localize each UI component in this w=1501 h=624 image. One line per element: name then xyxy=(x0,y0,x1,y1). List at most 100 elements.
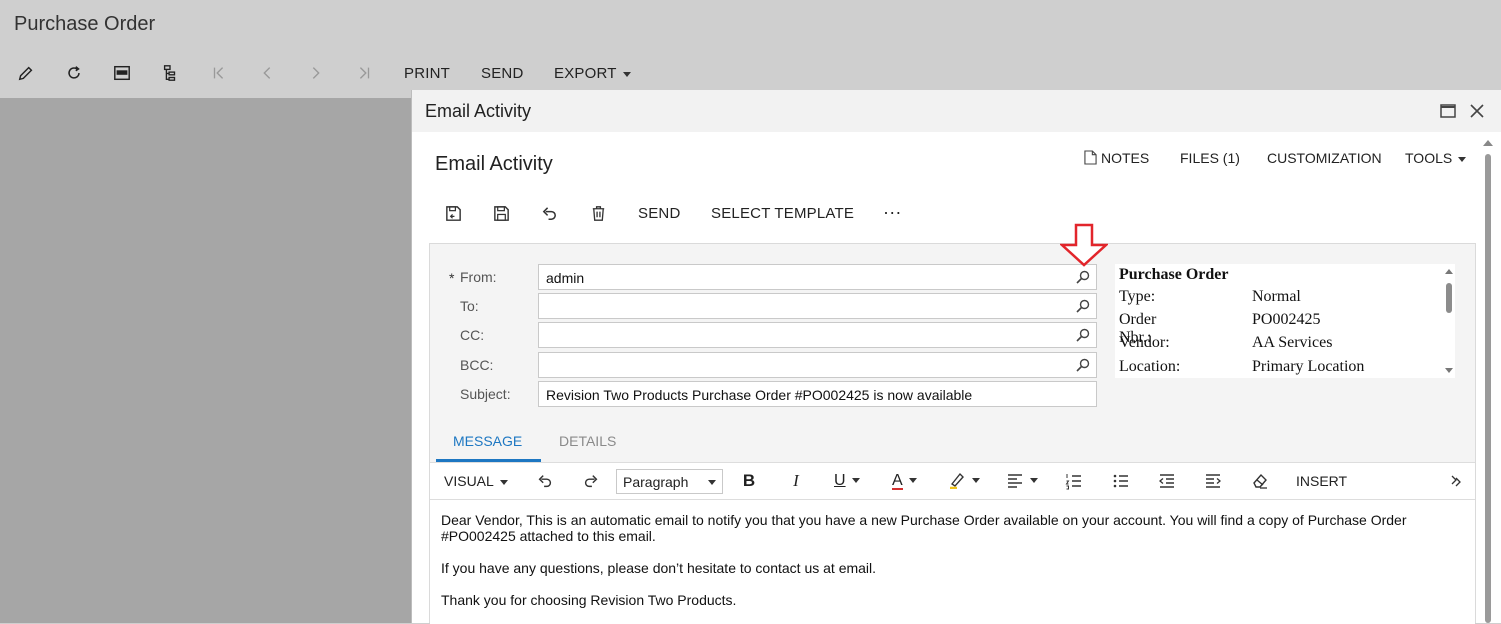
from-field[interactable]: admin xyxy=(538,264,1097,290)
italic-button[interactable]: I xyxy=(786,471,806,491)
notes-link[interactable]: NOTES xyxy=(1084,150,1149,166)
numbered-list-icon[interactable] xyxy=(1064,471,1084,491)
subject-field[interactable]: Revision Two Products Purchase Order #PO… xyxy=(538,381,1097,407)
refresh-icon[interactable] xyxy=(63,62,85,84)
chevron-down-icon xyxy=(972,477,980,483)
message-editor[interactable]: Dear Vendor, This is an automatic email … xyxy=(430,500,1475,624)
select-template-button[interactable]: SELECT TEMPLATE xyxy=(711,205,854,222)
more-actions-button[interactable]: ··· xyxy=(883,202,902,223)
export-button[interactable]: EXPORT xyxy=(554,65,631,82)
search-icon[interactable] xyxy=(1075,298,1091,314)
tab-message[interactable]: MESSAGE xyxy=(453,433,522,449)
files-link[interactable]: FILES (1) xyxy=(1180,150,1240,166)
indent-icon[interactable] xyxy=(1203,471,1223,491)
message-paragraph: Thank you for choosing Revision Two Prod… xyxy=(441,592,737,608)
cc-field[interactable] xyxy=(538,322,1097,348)
message-paragraph: Dear Vendor, This is an automatic email … xyxy=(441,512,1407,544)
summary-value: AA Services xyxy=(1252,334,1333,351)
message-paragraph: If you have any questions, please don’t … xyxy=(441,560,877,576)
redo-icon[interactable] xyxy=(581,471,601,491)
scroll-thumb[interactable] xyxy=(1446,283,1452,313)
expand-toolbar-icon[interactable] xyxy=(1446,471,1466,491)
document-summary: Purchase Order Type: Normal Order Nbr.: … xyxy=(1115,264,1455,378)
insert-menu[interactable]: INSERT xyxy=(1296,473,1347,489)
from-label: From: xyxy=(460,269,497,285)
paragraph-style-value: Paragraph xyxy=(623,474,689,490)
bcc-field[interactable] xyxy=(538,352,1097,378)
last-record-icon[interactable] xyxy=(353,62,375,84)
scroll-down-icon[interactable] xyxy=(1445,368,1453,373)
chevron-down-icon xyxy=(499,479,508,485)
dialog-header: Email Activity xyxy=(412,90,1501,132)
bullet-list-icon[interactable] xyxy=(1111,471,1131,491)
send-button[interactable]: SEND xyxy=(481,65,523,82)
font-color-glyph: A xyxy=(892,472,903,490)
save-close-icon[interactable] xyxy=(442,202,464,224)
dialog-title: Email Activity xyxy=(425,101,532,121)
previous-record-icon[interactable] xyxy=(256,62,278,84)
pdf-icon[interactable] xyxy=(111,62,133,84)
underline-button[interactable]: U xyxy=(834,472,860,490)
dialog-scrollbar[interactable] xyxy=(1483,140,1493,623)
bcc-label: BCC: xyxy=(460,357,494,373)
chevron-down-icon xyxy=(1030,477,1038,483)
visual-mode-dropdown[interactable]: VISUAL xyxy=(444,473,508,489)
maximize-icon[interactable] xyxy=(1439,102,1457,120)
subject-label: Subject: xyxy=(460,386,511,402)
email-activity-dialog: Email Activity Email Activity NOTES FILE… xyxy=(411,90,1501,624)
page-content-overlay xyxy=(0,98,420,623)
scroll-up-icon[interactable] xyxy=(1483,140,1493,146)
save-icon[interactable] xyxy=(490,202,512,224)
chevron-down-icon xyxy=(708,480,716,485)
required-marker: * xyxy=(449,270,455,286)
summary-value: Primary Location xyxy=(1252,358,1365,375)
summary-value: Normal xyxy=(1252,288,1301,305)
search-icon[interactable] xyxy=(1075,327,1091,343)
next-record-icon[interactable] xyxy=(305,62,327,84)
undo-icon[interactable] xyxy=(538,202,560,224)
email-form-panel: * From: admin To: CC: BCC: Subject: Revi… xyxy=(429,223,1476,624)
summary-label: Location: xyxy=(1119,358,1181,375)
scroll-up-icon[interactable] xyxy=(1445,269,1453,274)
to-field[interactable] xyxy=(538,293,1097,319)
summary-scrollbar[interactable] xyxy=(1443,264,1455,378)
align-button[interactable] xyxy=(1006,471,1038,489)
search-icon[interactable] xyxy=(1075,357,1091,373)
send-email-button[interactable]: SEND xyxy=(638,205,680,222)
font-color-button[interactable]: A xyxy=(892,472,917,490)
cc-label: CC: xyxy=(460,327,485,343)
notes-label: NOTES xyxy=(1101,150,1150,166)
tools-menu[interactable]: TOOLS xyxy=(1405,150,1467,166)
close-icon[interactable] xyxy=(1467,101,1487,121)
chevron-down-icon xyxy=(1458,156,1467,162)
summary-title: Purchase Order xyxy=(1119,266,1229,283)
summary-label: Type: xyxy=(1119,288,1156,305)
document-icon xyxy=(1084,150,1097,165)
down-arrow-annotation-icon xyxy=(1060,223,1108,267)
search-icon[interactable] xyxy=(1075,269,1091,285)
bold-button[interactable]: B xyxy=(739,471,759,491)
undo-icon[interactable] xyxy=(535,471,555,491)
page-toolbar: PRINT SEND EXPORT xyxy=(0,58,700,90)
first-record-icon[interactable] xyxy=(208,62,230,84)
highlighter-icon xyxy=(950,473,964,490)
tab-details[interactable]: DETAILS xyxy=(559,433,616,449)
visual-label: VISUAL xyxy=(444,473,494,489)
outdent-icon[interactable] xyxy=(1157,471,1177,491)
paragraph-style-select[interactable]: Paragraph xyxy=(616,469,723,494)
to-label: To: xyxy=(460,298,479,314)
export-label: EXPORT xyxy=(554,65,617,82)
print-button[interactable]: PRINT xyxy=(404,65,450,82)
edit-icon[interactable] xyxy=(15,62,37,84)
delete-icon[interactable] xyxy=(587,202,609,224)
hierarchy-icon[interactable] xyxy=(159,62,181,84)
chevron-down-icon xyxy=(908,478,917,484)
highlight-color-button[interactable] xyxy=(948,471,980,490)
clear-formatting-icon[interactable] xyxy=(1250,471,1270,491)
scroll-thumb[interactable] xyxy=(1485,154,1491,623)
customization-link[interactable]: CUSTOMIZATION xyxy=(1267,150,1382,166)
underline-glyph: U xyxy=(834,472,846,489)
chevron-down-icon xyxy=(851,478,860,484)
subject-value: Revision Two Products Purchase Order #PO… xyxy=(546,387,973,403)
summary-value: PO002425 xyxy=(1252,311,1321,328)
